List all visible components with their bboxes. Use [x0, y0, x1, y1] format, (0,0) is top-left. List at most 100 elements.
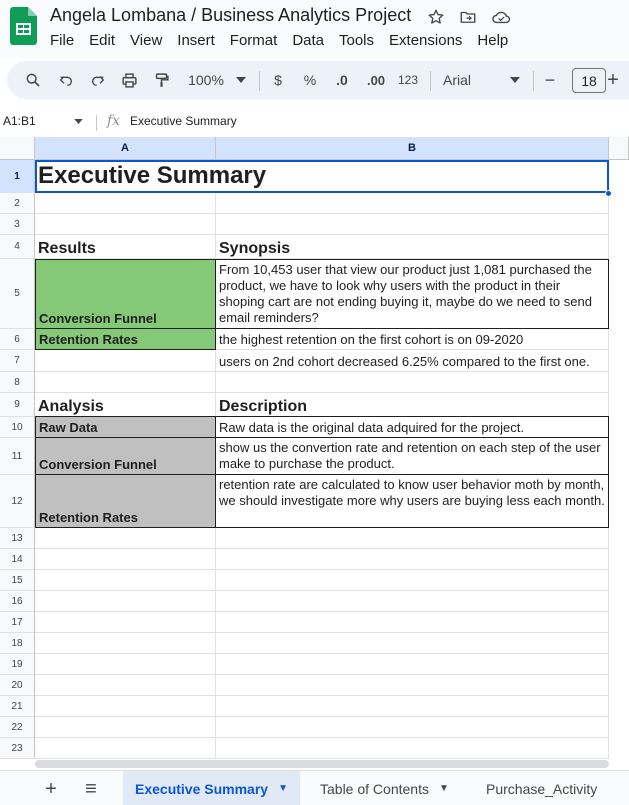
- tab-purchase-activity[interactable]: Purchase_Activity: [486, 771, 597, 805]
- empty-cell[interactable]: [216, 654, 609, 675]
- increase-decimal-button[interactable]: .00: [363, 61, 389, 99]
- empty-cell[interactable]: [216, 528, 609, 549]
- add-sheet-icon[interactable]: +: [39, 777, 63, 801]
- empty-cell[interactable]: [35, 549, 216, 570]
- row-header[interactable]: 23: [0, 738, 35, 759]
- empty-cell[interactable]: [216, 591, 609, 612]
- conversion-funnel-synopsis-cell[interactable]: From 10,453 user that view our product j…: [215, 259, 609, 329]
- empty-cell[interactable]: [35, 591, 216, 612]
- empty-cell[interactable]: [35, 612, 216, 633]
- chevron-down-icon[interactable]: ▼: [439, 783, 449, 794]
- menu-help[interactable]: Help: [477, 32, 508, 49]
- row-header[interactable]: 18: [0, 633, 35, 654]
- retention-rates-description-cell[interactable]: retention rate are calculated to know us…: [215, 474, 609, 528]
- menu-view[interactable]: View: [130, 32, 162, 49]
- zoom-dropdown-icon[interactable]: [235, 61, 247, 99]
- menu-tools[interactable]: Tools: [339, 32, 374, 49]
- menu-format[interactable]: Format: [230, 32, 278, 49]
- row-header[interactable]: 4: [0, 235, 35, 259]
- description-header-cell[interactable]: Description: [216, 393, 609, 417]
- column-header-a[interactable]: A: [35, 137, 216, 160]
- row-header[interactable]: 11: [0, 438, 35, 475]
- empty-cell[interactable]: [35, 696, 216, 717]
- fill-handle[interactable]: [605, 190, 612, 197]
- empty-cell[interactable]: [35, 214, 216, 235]
- column-header-c[interactable]: [609, 137, 629, 160]
- empty-cell[interactable]: [35, 675, 216, 696]
- raw-data-description-cell[interactable]: Raw data is the original data adquired f…: [215, 416, 609, 438]
- row-header[interactable]: 3: [0, 214, 35, 235]
- empty-cell[interactable]: [216, 372, 609, 393]
- conversion-funnel-result-cell[interactable]: Conversion Funnel: [35, 259, 216, 329]
- undo-icon[interactable]: [54, 61, 78, 99]
- results-header-cell[interactable]: Results: [35, 235, 216, 259]
- empty-cell[interactable]: [35, 193, 216, 214]
- zoom-select[interactable]: 100%: [185, 61, 227, 99]
- font-select[interactable]: Arial: [443, 61, 483, 99]
- menu-extensions[interactable]: Extensions: [389, 32, 462, 49]
- document-title[interactable]: Angela Lombana / Business Analytics Proj…: [50, 5, 411, 26]
- currency-format-button[interactable]: $: [269, 61, 287, 99]
- cohort-synopsis-cell[interactable]: users on 2nd cohort decreased 6.25% comp…: [216, 350, 609, 372]
- font-dropdown-icon[interactable]: [509, 61, 521, 99]
- row-header[interactable]: 19: [0, 654, 35, 675]
- menu-file[interactable]: File: [50, 32, 74, 49]
- tab-executive-summary[interactable]: Executive Summary ▼: [123, 771, 300, 805]
- empty-cell[interactable]: [216, 570, 609, 591]
- empty-cell[interactable]: [216, 738, 609, 759]
- analysis-header-cell[interactable]: Analysis: [35, 393, 216, 417]
- name-box[interactable]: A1:B1: [3, 114, 36, 128]
- empty-cell[interactable]: [216, 696, 609, 717]
- empty-cell[interactable]: [35, 372, 216, 393]
- empty-cell[interactable]: [216, 549, 609, 570]
- menu-insert[interactable]: Insert: [177, 32, 215, 49]
- empty-cell[interactable]: [216, 675, 609, 696]
- row-header[interactable]: 22: [0, 717, 35, 738]
- empty-cell[interactable]: [35, 528, 216, 549]
- column-header-b[interactable]: B: [216, 137, 609, 160]
- title-cell[interactable]: Executive Summary: [35, 160, 609, 193]
- row-header[interactable]: 8: [0, 372, 35, 393]
- chevron-down-icon[interactable]: ▼: [278, 783, 288, 794]
- row-header[interactable]: 9: [0, 393, 35, 417]
- row-header[interactable]: 14: [0, 549, 35, 570]
- conversion-funnel-description-cell[interactable]: show us the convertion rate and retentio…: [215, 437, 609, 475]
- redo-icon[interactable]: [86, 61, 110, 99]
- horizontal-scrollbar[interactable]: [35, 760, 609, 768]
- row-header[interactable]: 2: [0, 193, 35, 214]
- sheets-logo-icon[interactable]: [10, 7, 37, 45]
- empty-cell[interactable]: [216, 193, 609, 214]
- row-header[interactable]: 5: [0, 259, 35, 329]
- row-header[interactable]: 20: [0, 675, 35, 696]
- all-sheets-icon[interactable]: ≡: [79, 777, 103, 801]
- row-header[interactable]: 12: [0, 475, 35, 528]
- retention-rates-analysis-cell[interactable]: Retention Rates: [35, 474, 216, 528]
- retention-rates-result-cell[interactable]: Retention Rates: [35, 328, 216, 350]
- empty-cell[interactable]: [35, 717, 216, 738]
- decrease-decimal-button[interactable]: .0: [331, 61, 353, 99]
- retention-synopsis-cell[interactable]: the highest retention on the first cohor…: [216, 329, 609, 350]
- print-icon[interactable]: [117, 61, 141, 99]
- empty-cell[interactable]: [35, 738, 216, 759]
- empty-cell[interactable]: [35, 654, 216, 675]
- menu-data[interactable]: Data: [292, 32, 324, 49]
- row-header[interactable]: 16: [0, 591, 35, 612]
- empty-cell[interactable]: [216, 612, 609, 633]
- search-menus-icon[interactable]: [21, 61, 45, 99]
- empty-cell[interactable]: [216, 717, 609, 738]
- increase-font-size-button[interactable]: +: [605, 61, 621, 99]
- row-header[interactable]: 7: [0, 350, 35, 372]
- row-header[interactable]: 1: [0, 160, 35, 193]
- empty-cell[interactable]: [35, 350, 216, 372]
- raw-data-cell[interactable]: Raw Data: [35, 416, 216, 438]
- row-header[interactable]: 10: [0, 417, 35, 438]
- move-folder-icon[interactable]: [457, 6, 479, 28]
- menu-edit[interactable]: Edit: [89, 32, 115, 49]
- row-header[interactable]: 13: [0, 528, 35, 549]
- star-icon[interactable]: [425, 6, 447, 28]
- empty-cell[interactable]: [216, 633, 609, 654]
- conversion-funnel-analysis-cell[interactable]: Conversion Funnel: [35, 437, 216, 475]
- cloud-status-icon[interactable]: [490, 6, 512, 28]
- percent-format-button[interactable]: %: [301, 61, 319, 99]
- tab-table-of-contents[interactable]: Table of Contents ▼: [320, 771, 449, 805]
